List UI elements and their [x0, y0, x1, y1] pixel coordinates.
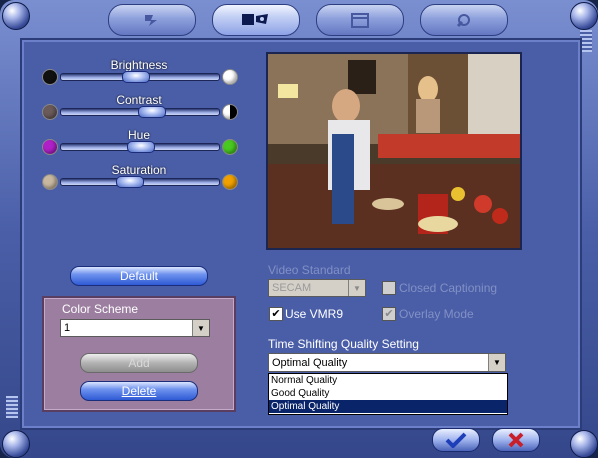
checkmark-icon — [445, 432, 467, 448]
hue-min-icon — [42, 139, 58, 155]
color-scheme-select[interactable]: 1 ▼ — [60, 319, 210, 337]
closed-captioning-checkbox[interactable] — [382, 281, 396, 295]
overlay-mode-label: Overlay Mode — [399, 307, 474, 321]
hue-thumb[interactable] — [127, 141, 155, 153]
time-shifting-options: Normal Quality Good Quality Optimal Qual… — [268, 373, 508, 415]
chevron-down-icon[interactable]: ▼ — [348, 280, 365, 296]
video-preview — [266, 52, 522, 250]
closed-captioning-label: Closed Captioning — [399, 281, 498, 295]
overlay-mode-checkbox[interactable]: ✔ — [382, 307, 396, 321]
add-button[interactable]: Add — [80, 353, 198, 373]
ok-button[interactable] — [432, 428, 480, 452]
contrast-min-icon — [42, 104, 58, 120]
saturation-min-icon — [42, 174, 58, 190]
corner-ball-top-left — [2, 2, 30, 30]
delete-button[interactable]: Delete — [80, 381, 198, 401]
color-scheme-value: 1 — [64, 322, 71, 334]
delete-button-label: Delete — [121, 384, 157, 398]
color-scheme-title: Color Scheme — [62, 302, 139, 316]
video-standard-value: SECAM — [272, 282, 312, 294]
chevron-down-icon[interactable]: ▼ — [192, 320, 209, 336]
brightness-min-icon — [42, 69, 58, 85]
corner-ball-bottom-left — [2, 430, 30, 458]
time-shifting-value: Optimal Quality — [272, 356, 348, 369]
tools-icon — [456, 14, 470, 28]
color-scheme-group: Color Scheme 1 ▼ Add Delete — [42, 296, 236, 412]
contrast-max-icon — [222, 104, 238, 120]
hue-slider[interactable] — [60, 141, 220, 153]
add-button-label: Add — [128, 356, 150, 370]
contrast-label: Contrast — [116, 93, 162, 107]
tab-tools[interactable] — [420, 4, 508, 36]
cancel-button[interactable] — [492, 428, 540, 452]
hue-label: Hue — [127, 128, 150, 142]
brightness-label: Brightness — [110, 58, 168, 72]
channel-icon — [145, 15, 157, 26]
time-shifting-label: Time Shifting Quality Setting — [268, 337, 419, 351]
tv-settings-icon — [242, 14, 268, 25]
saturation-max-icon — [222, 174, 238, 190]
brightness-thumb[interactable] — [122, 71, 150, 83]
brightness-max-icon — [222, 69, 238, 85]
saturation-label: Saturation — [111, 163, 167, 177]
close-icon — [508, 432, 524, 448]
corner-ball-top-right — [570, 2, 598, 30]
video-standard-label: Video Standard — [268, 263, 351, 277]
side-grip-left — [6, 396, 18, 418]
contrast-slider[interactable] — [60, 106, 220, 118]
tab-channels[interactable] — [108, 4, 196, 36]
corner-ball-bottom-right — [570, 430, 598, 458]
option-optimal-quality[interactable]: Optimal Quality — [269, 400, 507, 413]
tab-schedule[interactable] — [316, 4, 404, 36]
default-button-label: Default — [119, 269, 159, 283]
video-frame-image — [268, 54, 520, 248]
brightness-slider[interactable] — [60, 71, 220, 83]
hue-max-icon — [222, 139, 238, 155]
use-vmr9-checkbox[interactable]: ✔ — [269, 307, 283, 321]
time-shifting-select[interactable]: Optimal Quality ▼ — [268, 353, 506, 372]
use-vmr9-label: Use VMR9 — [285, 307, 344, 321]
saturation-slider[interactable] — [60, 176, 220, 188]
default-button[interactable]: Default — [70, 266, 208, 286]
option-good-quality[interactable]: Good Quality — [269, 387, 507, 400]
tab-tv-settings[interactable] — [212, 4, 300, 36]
contrast-thumb[interactable] — [138, 106, 166, 118]
option-normal-quality[interactable]: Normal Quality — [269, 374, 507, 387]
saturation-thumb[interactable] — [116, 176, 144, 188]
schedule-icon — [351, 13, 369, 28]
chevron-down-icon[interactable]: ▼ — [488, 354, 505, 371]
video-standard-select[interactable]: SECAM ▼ — [268, 279, 366, 297]
